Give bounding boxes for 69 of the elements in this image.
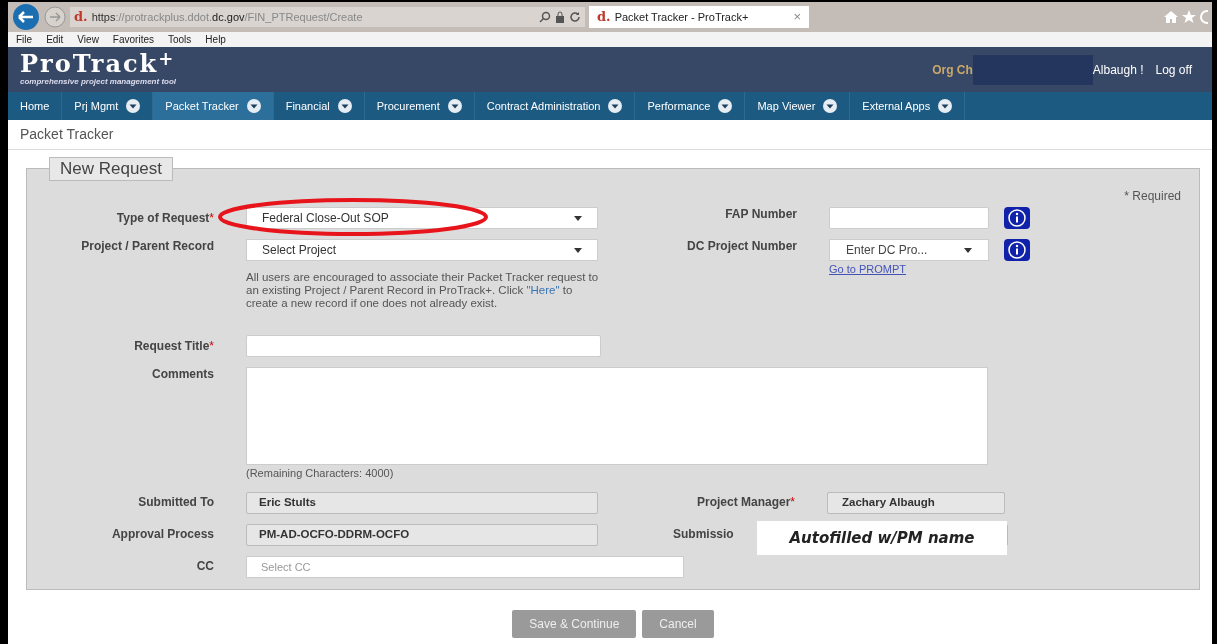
field-label: Approval Process <box>111 527 214 542</box>
menu-item[interactable]: Tools <box>168 32 192 47</box>
back-icon[interactable] <box>12 4 40 30</box>
user-greeting: Org Ch <box>932 61 973 79</box>
comments-textarea[interactable] <box>246 367 988 465</box>
lock-icon <box>555 11 565 23</box>
request-title-input[interactable] <box>246 335 601 357</box>
caret-icon <box>938 99 953 113</box>
menu-item[interactable]: File <box>16 32 33 47</box>
required-note: * Required <box>1124 188 1181 205</box>
search-icon[interactable] <box>539 11 551 23</box>
approval-process-field: PM-AD-OCFO-DDRM-OCFO <box>246 523 598 546</box>
caret-icon <box>608 99 623 113</box>
field-label: Project Manager* <box>696 495 795 510</box>
tab-title: Packet Tracker - ProTrack+ <box>614 9 749 25</box>
field-label: Submissio <box>673 527 734 542</box>
field-label: CC <box>196 559 214 574</box>
info-icon[interactable] <box>1004 239 1030 261</box>
help-text: All users are encouraged to associate their Packet Tracker request to an existing Project / Parent Record in ProTrack+. Click "Here" to create a new record if one does not already exist. <box>246 271 600 310</box>
menu-item[interactable]: Edit <box>46 32 64 47</box>
field-label: Request Title* <box>134 338 214 354</box>
field-label: Submitted To <box>138 495 214 510</box>
info-icon[interactable] <box>1004 207 1030 229</box>
forward-icon[interactable] <box>44 6 66 28</box>
dc-project-select[interactable]: Enter DC Pro... <box>829 239 989 261</box>
refresh-icon[interactable] <box>569 11 581 23</box>
caret-icon <box>246 99 261 113</box>
caret-icon <box>574 215 582 221</box>
caret-icon <box>447 99 462 113</box>
request-type-select[interactable]: Federal Close-Out SOP <box>246 207 598 229</box>
browser-tab[interactable]: d. Packet Tracker - ProTrack+ × <box>589 6 809 28</box>
settings-icon[interactable] <box>1200 10 1208 24</box>
nav-tab[interactable]: Packet Tracker <box>153 92 274 120</box>
page-title: Packet Tracker <box>20 125 114 144</box>
site-icon: d. <box>597 7 611 27</box>
logo: ProTrack+ <box>20 51 177 76</box>
tagline: comprehensive project management tool <box>20 75 177 88</box>
legend: New Request <box>49 157 174 181</box>
remaining-characters: (Remaining Characters: 4000) <box>246 466 395 481</box>
tab-close-button[interactable]: × <box>793 7 801 27</box>
menu-item[interactable]: Help <box>205 32 226 47</box>
here-link[interactable]: "Here" <box>526 284 560 296</box>
field-label: Type of Request* <box>116 210 214 226</box>
logoff-link[interactable]: Log off <box>1155 60 1192 79</box>
home-icon[interactable] <box>1164 11 1178 23</box>
url-text: https://protrackplus.ddot.dc.gov/FIN_PTRequest/Create <box>91 9 363 25</box>
field-label: FAP Number <box>725 207 797 222</box>
field-label: Comments <box>152 367 214 382</box>
field-label: Project / Parent Record <box>81 239 214 254</box>
caret-icon <box>823 99 838 113</box>
caret-icon <box>574 247 582 253</box>
submitted-to-field: Eric Stults <box>246 491 598 514</box>
caret-icon <box>718 99 733 113</box>
fap-number-input[interactable] <box>829 207 989 229</box>
caret-icon <box>126 99 141 113</box>
site-icon: d. <box>74 7 88 27</box>
field-label: DC Project Number <box>686 239 797 254</box>
cc-input[interactable]: Select CC <box>246 555 684 578</box>
project-select[interactable]: Select Project <box>246 239 598 261</box>
caret-icon <box>337 99 352 113</box>
menu-item[interactable]: Favorites <box>112 32 154 47</box>
menu-item[interactable]: View <box>77 32 99 47</box>
project-manager-field: Zachary Albaugh <box>827 491 1005 514</box>
caret-icon <box>964 247 972 253</box>
prompt-link[interactable]: Go to PROMPT <box>829 261 989 278</box>
callout-note: Autofilled w/PM name <box>757 521 1007 555</box>
address-bar[interactable]: d. https://protrackplus.ddot.dc.gov/FIN_PTRequest/Create <box>70 7 585 27</box>
user-greeting: Albaugh ! <box>1092 61 1144 79</box>
star-icon[interactable] <box>1182 10 1196 24</box>
